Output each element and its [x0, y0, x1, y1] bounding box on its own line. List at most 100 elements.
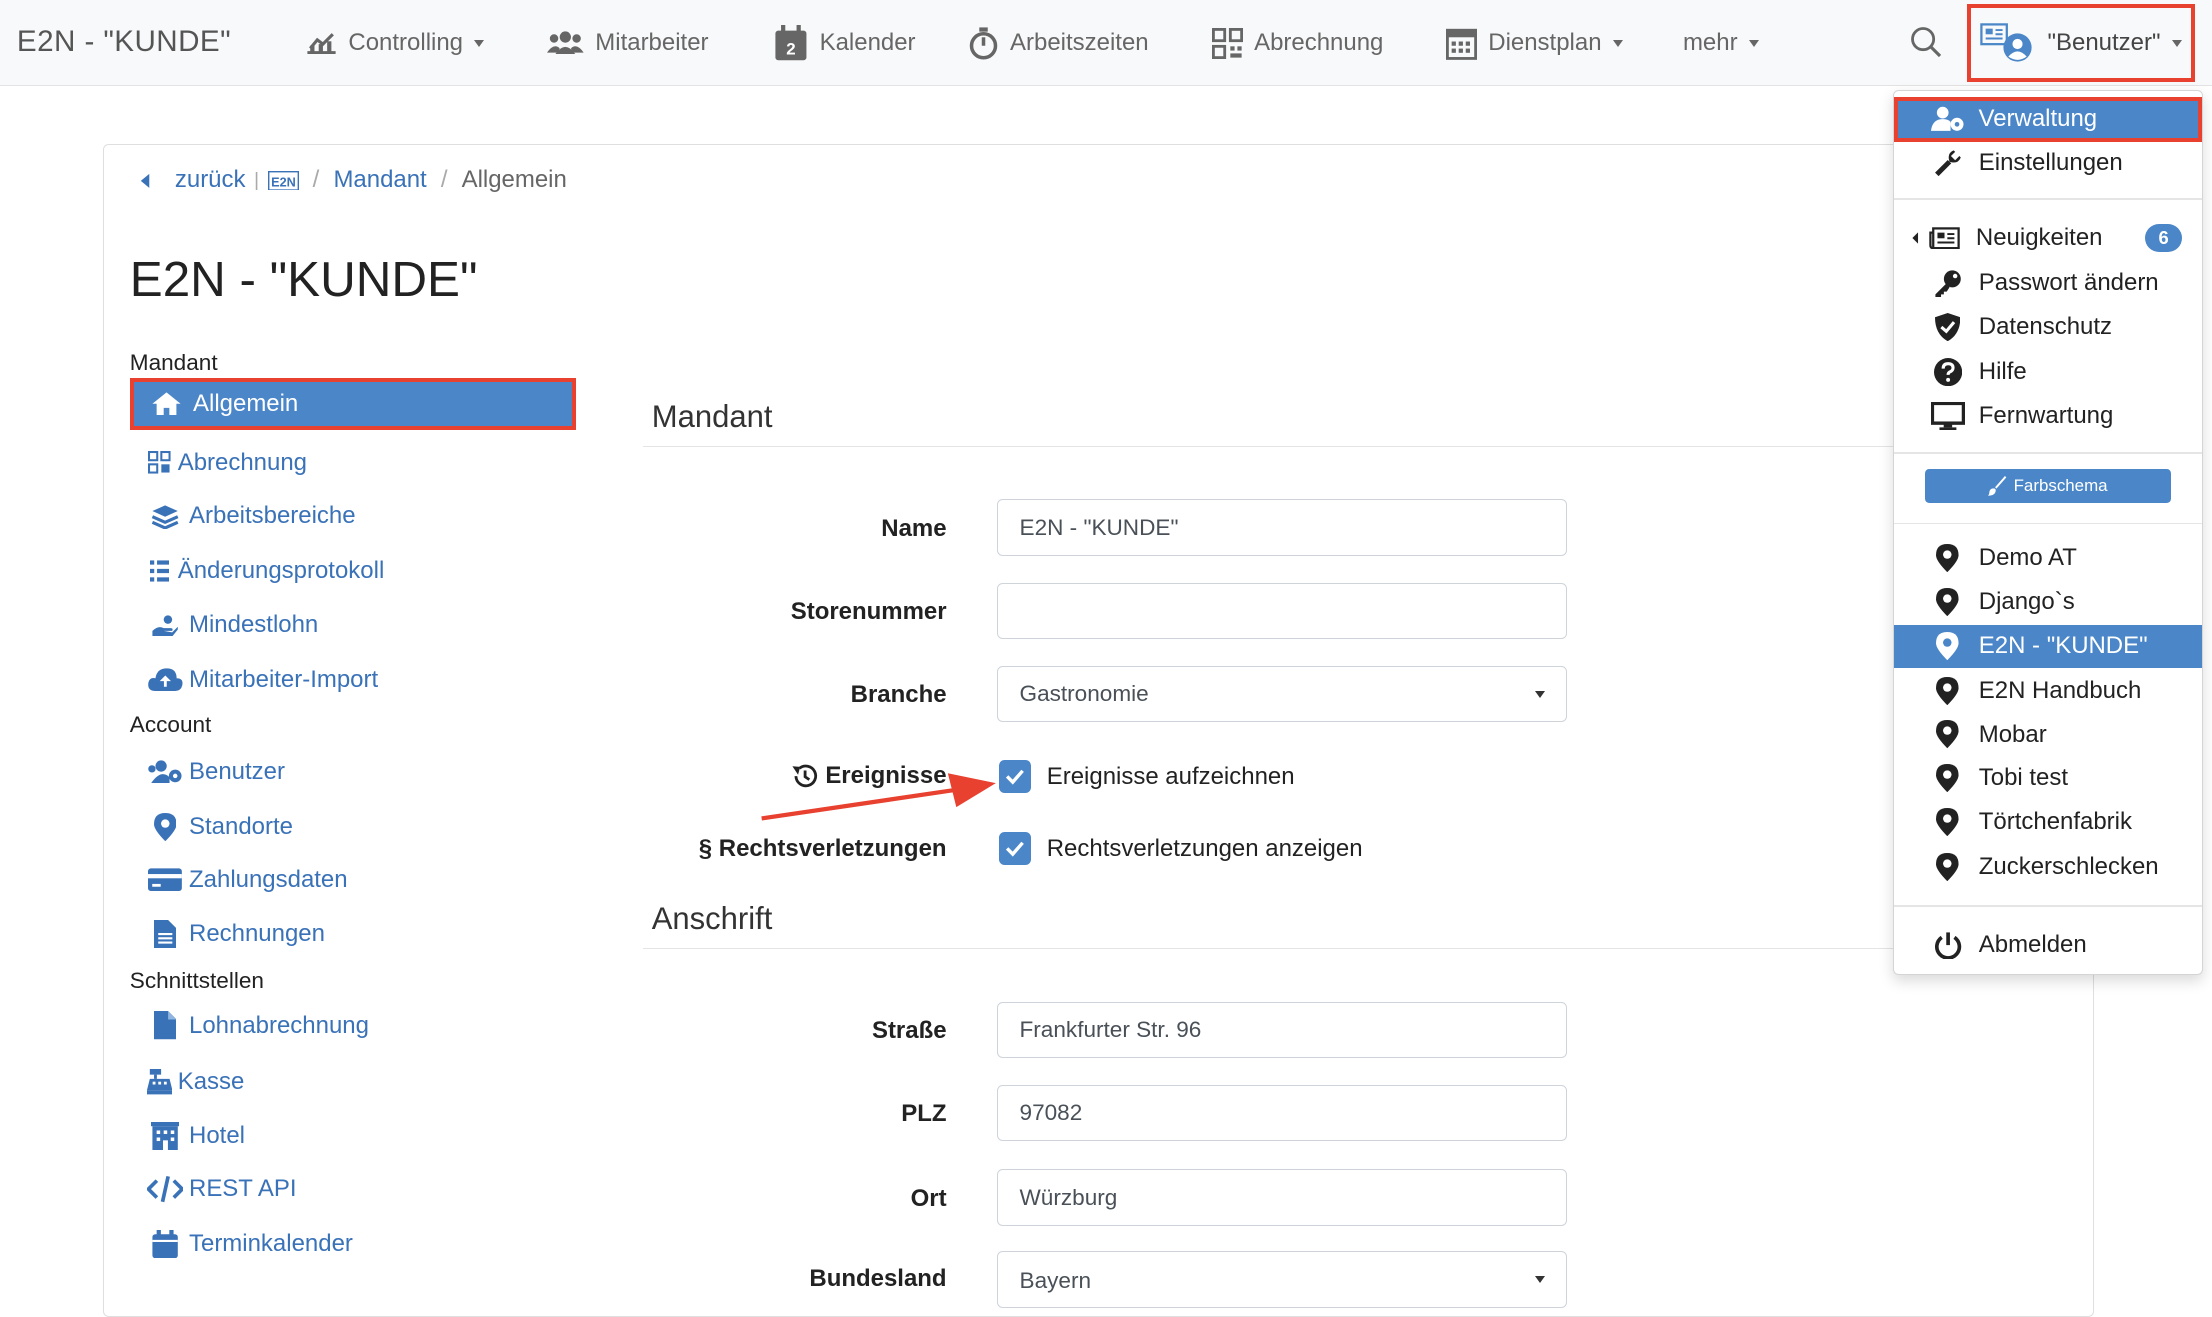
user-menu-label: "Benutzer"	[2047, 29, 2161, 56]
calendar-grid-icon	[1445, 28, 1477, 60]
storenummer-label: Storenummer	[790, 598, 947, 626]
location-item[interactable]: Zuckerschlecken	[1894, 846, 2202, 888]
menu-item-neuigkeiten[interactable]: Neuigkeiten 6	[1894, 217, 2202, 259]
e2n-logo-icon[interactable]: E2N	[267, 170, 299, 191]
menu-item-passwort[interactable]: Passwort ändern	[1894, 262, 2202, 304]
location-item[interactable]: E2N Handbuch	[1894, 670, 2202, 712]
back-link[interactable]: zurück	[175, 166, 246, 194]
sidebar-item-mitarbeiter-import[interactable]: Mitarbeiter-Import	[147, 666, 378, 694]
branche-select[interactable]: Gastronomie	[997, 665, 1568, 723]
newspaper-icon	[1928, 226, 1962, 250]
location-label: Demo AT	[1978, 544, 2077, 572]
home-icon	[152, 392, 181, 416]
ort-input[interactable]: Würzburg	[997, 1169, 1568, 1226]
menu-item-abmelden[interactable]: Abmelden	[1894, 924, 2202, 966]
sidebar-item-label: Mindestlohn	[189, 610, 319, 638]
ereignisse-checkbox-label[interactable]: Ereignisse aufzeichnen	[1047, 763, 1295, 791]
user-cog-icon	[1930, 105, 1965, 133]
sidebar-item-kasse[interactable]: Kasse	[146, 1067, 245, 1096]
sidebar-item-lohnabrechnung[interactable]: Lohnabrechnung	[147, 1011, 369, 1040]
menu-item-hilfe[interactable]: Hilfe	[1894, 351, 2202, 393]
search-button[interactable]	[1909, 25, 1943, 59]
menu-item-label: Passwort ändern	[1978, 269, 2159, 297]
sidebar-item-rest-api[interactable]: REST API	[146, 1175, 297, 1203]
location-item[interactable]: Django`s	[1894, 581, 2202, 623]
location-item[interactable]: Törtchenfabrik	[1894, 801, 2202, 843]
bundesland-label: Bundesland	[809, 1265, 947, 1293]
red-arrow-annotation-icon	[761, 773, 996, 821]
credit-card-icon	[147, 867, 184, 892]
map-marker-icon	[1931, 676, 1965, 705]
location-item[interactable]: Tobi test	[1894, 757, 2202, 799]
name-label: Name	[881, 515, 947, 542]
rechtsverletzungen-checkbox[interactable]	[998, 832, 1032, 865]
sidebar-item-arbeitsbereiche[interactable]: Arbeitsbereiche	[147, 502, 356, 530]
menu-item-datenschutz[interactable]: Datenschutz	[1894, 306, 2202, 348]
key-icon	[1931, 269, 1965, 298]
name-input[interactable]: E2N - "KUNDE"	[997, 499, 1568, 556]
list-icon	[147, 559, 172, 584]
storenummer-input[interactable]	[997, 582, 1568, 640]
building-icon	[147, 1121, 184, 1150]
svg-text:E2N: E2N	[271, 175, 296, 189]
menu-item-label: Neuigkeiten	[1975, 223, 2103, 251]
sidebar-item-label: Zahlungsdaten	[189, 866, 348, 894]
qr-grid-icon	[147, 451, 172, 474]
nav-mitarbeiter-label: Mitarbeiter	[595, 29, 709, 57]
sidebar-item-label: Kasse	[177, 1067, 245, 1095]
user-menu-button[interactable]: "Benutzer"	[1966, 4, 2196, 82]
bundesland-select-value: Bayern	[1019, 1267, 1092, 1293]
location-item[interactable]: Demo AT	[1894, 537, 2202, 579]
qr-grid-icon	[1211, 27, 1243, 59]
sidebar-item-label: Rechnungen	[189, 919, 325, 947]
sidebar-item-aenderungsprotokoll[interactable]: Änderungsprotokoll	[147, 557, 384, 585]
location-label: Zuckerschlecken	[1978, 853, 2159, 881]
brand-title[interactable]: E2N - "KUNDE"	[17, 25, 231, 59]
menu-item-label: Fernwartung	[1978, 401, 2114, 429]
svg-text:2: 2	[787, 39, 796, 58]
location-item-active[interactable]: E2N - "KUNDE"	[1894, 624, 2202, 669]
question-circle-icon	[1931, 357, 1965, 387]
chevron-down-icon	[1612, 39, 1623, 47]
file-solid-icon	[147, 1011, 184, 1040]
sidebar-item-rechnungen[interactable]: Rechnungen	[147, 919, 325, 948]
nav-dienstplan[interactable]: Dienstplan	[1445, 0, 1623, 86]
farbschema-button[interactable]: Farbschema	[1925, 469, 2171, 504]
rechtsverletzungen-label: § Rechtsverletzungen	[698, 835, 947, 863]
sidebar-item-terminkalender[interactable]: Terminkalender	[147, 1230, 353, 1259]
menu-item-einstellungen[interactable]: Einstellungen	[1894, 142, 2202, 184]
users-cog-icon	[147, 759, 184, 784]
breadcrumb: zurück | E2N / Mandant / Allgemein	[138, 166, 567, 194]
sidebar-heading-mandant: Mandant	[129, 349, 218, 375]
nav-kalender[interactable]: 2 Kalender	[774, 0, 916, 86]
user-circle-icon	[2003, 33, 2033, 62]
nav-mehr[interactable]: mehr	[1683, 0, 1759, 86]
sidebar-item-zahlungsdaten[interactable]: Zahlungsdaten	[147, 866, 348, 894]
menu-item-fernwartung[interactable]: Fernwartung	[1894, 395, 2202, 437]
rechtsverletzungen-checkbox-label[interactable]: Rechtsverletzungen anzeigen	[1047, 835, 1363, 863]
sidebar-item-hotel[interactable]: Hotel	[147, 1121, 245, 1150]
ort-label: Ort	[910, 1185, 947, 1213]
sidebar-item-standorte[interactable]: Standorte	[147, 812, 293, 841]
nav-controlling[interactable]: Controlling	[306, 0, 485, 86]
nav-arbeitszeiten[interactable]: Arbeitszeiten	[968, 0, 1149, 86]
sidebar-item-label: REST API	[189, 1175, 297, 1203]
nav-mitarbeiter[interactable]: Mitarbeiter	[547, 0, 709, 86]
sidebar-item-benutzer[interactable]: Benutzer	[147, 758, 285, 786]
breadcrumb-mandant[interactable]: Mandant	[333, 166, 426, 194]
sidebar-item-allgemein[interactable]: Allgemein	[129, 378, 576, 431]
plz-input[interactable]: 97082	[997, 1084, 1568, 1142]
location-item[interactable]: Mobar	[1894, 713, 2202, 755]
sidebar-item-mindestlohn[interactable]: Mindestlohn	[147, 610, 319, 639]
caret-left-icon	[141, 173, 150, 188]
strasse-input[interactable]: Frankfurter Str. 96	[997, 1001, 1568, 1059]
sidebar-item-label: Allgemein	[193, 390, 299, 418]
nav-abrechnung[interactable]: Abrechnung	[1211, 0, 1383, 86]
search-icon	[1910, 27, 1941, 58]
chevron-down-icon	[2171, 39, 2182, 47]
ereignisse-checkbox[interactable]	[998, 760, 1032, 793]
sidebar-heading-account: Account	[129, 712, 212, 738]
sidebar-item-abrechnung[interactable]: Abrechnung	[147, 449, 307, 477]
bundesland-select[interactable]: Bayern	[997, 1251, 1568, 1308]
menu-item-verwaltung[interactable]: Verwaltung	[1894, 96, 2202, 143]
